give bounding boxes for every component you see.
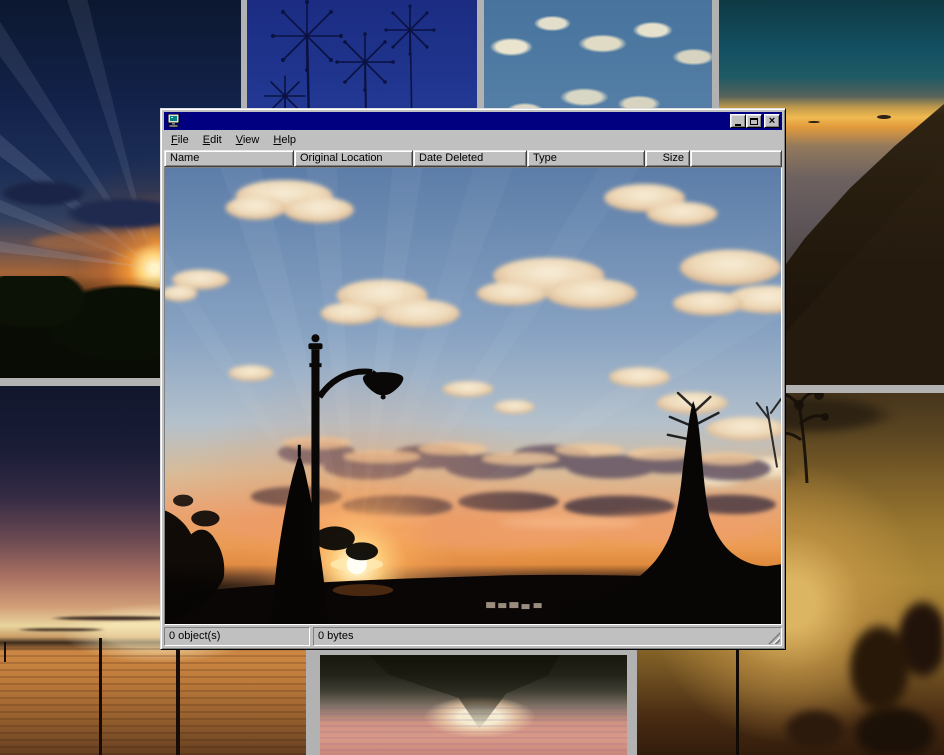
menu-edit[interactable]: Edit (196, 132, 229, 149)
pole-silhouette (176, 648, 180, 755)
pole-silhouette (4, 642, 6, 662)
pole-silhouette (99, 638, 102, 755)
wallpaper-reflection-photo (320, 655, 627, 755)
status-size-text: 0 bytes (318, 630, 353, 642)
minimize-button[interactable] (730, 114, 746, 128)
my-computer-icon (166, 114, 182, 128)
minimize-icon (735, 124, 741, 126)
titlebar[interactable]: × (164, 112, 782, 130)
maximize-button[interactable] (746, 114, 762, 128)
resize-grip[interactable] (768, 632, 780, 644)
column-header-type[interactable]: Type (527, 150, 645, 167)
menu-view[interactable]: View (229, 132, 267, 149)
close-icon: × (769, 116, 775, 126)
column-header-name[interactable]: Name (164, 150, 294, 167)
close-button[interactable]: × (764, 114, 780, 128)
water-ripples (0, 648, 306, 755)
column-header-empty[interactable] (690, 150, 782, 167)
column-header-size[interactable]: Size (645, 150, 690, 167)
menubar: File Edit View Help (164, 131, 782, 150)
statusbar: 0 object(s) 0 bytes (164, 627, 782, 646)
status-size: 0 bytes (313, 627, 782, 646)
file-list-area[interactable] (164, 167, 782, 625)
desktop: { "window": { "title": "", "menu": ["Fil… (0, 0, 944, 755)
column-header-original-location[interactable]: Original Location (294, 150, 413, 167)
water-ripples (320, 707, 627, 755)
sunset-lamppost-photo (165, 168, 781, 624)
column-headers: Name Original Location Date Deleted Type… (164, 150, 782, 167)
maximize-icon (750, 118, 758, 125)
column-header-date-deleted[interactable]: Date Deleted (413, 150, 527, 167)
recycle-bin-window: × File Edit View Help Name Original Loca… (160, 108, 786, 650)
menu-file[interactable]: File (164, 132, 196, 149)
menu-help[interactable]: Help (266, 132, 303, 149)
status-object-count: 0 object(s) (164, 627, 310, 646)
pole-silhouette (736, 650, 739, 755)
